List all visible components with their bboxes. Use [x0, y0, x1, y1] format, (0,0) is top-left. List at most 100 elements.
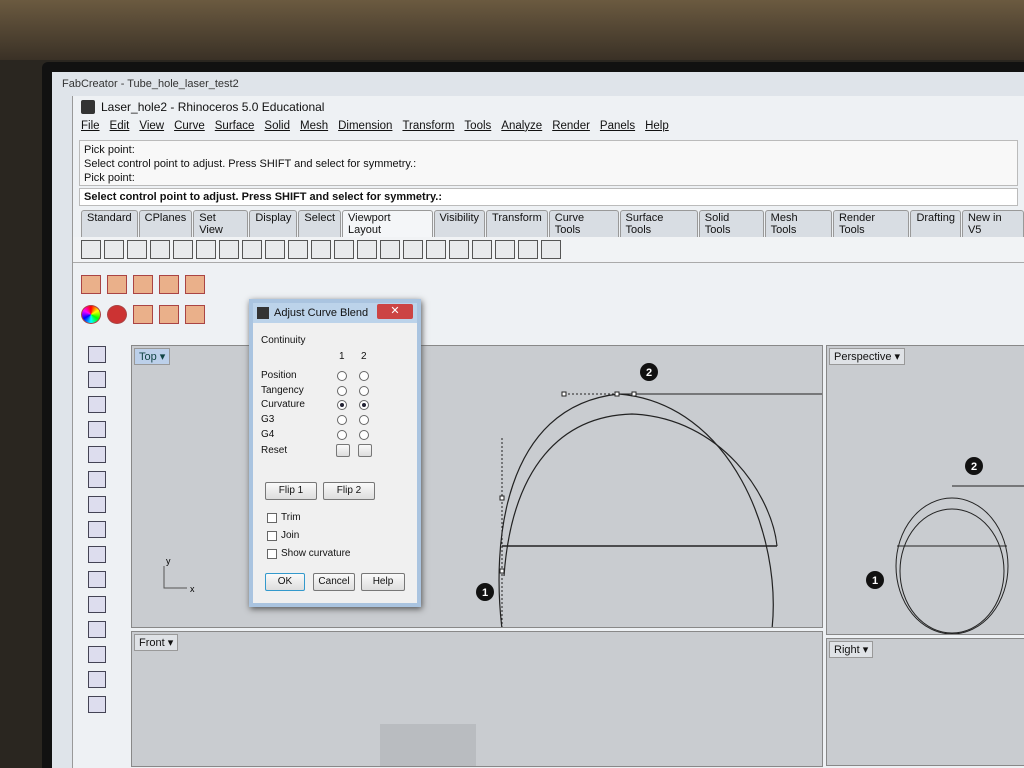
detail-icon[interactable]	[426, 240, 446, 259]
viewport-label-perspective[interactable]: Perspective ▾	[829, 348, 906, 365]
menu-curve[interactable]: Curve	[174, 120, 205, 134]
ghosted-icon[interactable]	[334, 240, 354, 259]
flag-icon[interactable]	[133, 305, 153, 324]
select-arrow-icon[interactable]	[88, 346, 106, 363]
camera-icon[interactable]	[518, 240, 538, 259]
page-layout-icon[interactable]	[403, 240, 423, 259]
menu-mesh[interactable]: Mesh	[300, 120, 328, 134]
tab-mesh-tools[interactable]: Mesh Tools	[764, 210, 832, 237]
ok-button[interactable]: OK	[265, 573, 305, 591]
split-vertical-icon[interactable]	[196, 240, 216, 259]
menu-edit[interactable]: Edit	[110, 120, 130, 134]
radio-g4-2[interactable]	[359, 430, 369, 440]
solid-tool-icon[interactable]	[107, 275, 127, 294]
close-button[interactable]: ✕	[377, 304, 413, 319]
polygon-icon[interactable]	[88, 496, 106, 513]
page-tool-icon[interactable]	[185, 305, 205, 324]
menu-file[interactable]: File	[81, 120, 100, 134]
command-prompt[interactable]: Select control point to adjust. Press SH…	[79, 188, 1018, 206]
three-viewports-icon[interactable]	[219, 240, 239, 259]
viewport-top[interactable]: Top ▾ 2 1 y x	[131, 345, 823, 628]
help-button[interactable]: Help	[361, 573, 405, 591]
viewport-perspective[interactable]: Perspective ▾ 2 1	[826, 345, 1024, 635]
show-curvature-checkbox[interactable]	[267, 549, 277, 559]
polyline-icon[interactable]	[88, 396, 106, 413]
menu-view[interactable]: View	[139, 120, 164, 134]
boolean-icon[interactable]	[88, 671, 106, 688]
tab-display[interactable]: Display	[249, 210, 298, 237]
color-palette-icon[interactable]	[380, 240, 400, 259]
curve-icon[interactable]	[88, 421, 106, 438]
tab-standard[interactable]: Standard	[81, 210, 138, 237]
menu-analyze[interactable]: Analyze	[501, 120, 542, 134]
light-icon[interactable]	[185, 275, 205, 294]
menu-tools[interactable]: Tools	[464, 120, 491, 134]
radio-curvature-2[interactable]	[359, 400, 369, 410]
radio-g3-2[interactable]	[359, 415, 369, 425]
viewport-label-top[interactable]: Top ▾	[134, 348, 171, 365]
tab-transform[interactable]: Transform	[486, 210, 548, 237]
radio-position-2[interactable]	[359, 371, 369, 381]
menu-help[interactable]: Help	[645, 120, 669, 134]
tab-solid-tools[interactable]: Solid Tools	[698, 210, 764, 237]
tab-new-in-v5[interactable]: New in V5	[961, 210, 1024, 237]
render-sphere-icon[interactable]	[288, 240, 308, 259]
box-icon[interactable]	[88, 646, 106, 663]
arc-icon[interactable]	[88, 546, 106, 563]
point-icon[interactable]	[88, 371, 106, 388]
extrude-icon[interactable]	[88, 621, 106, 638]
flip-1-button[interactable]: Flip 1	[265, 482, 317, 500]
solid-tool-icon[interactable]	[81, 275, 101, 294]
color-wheel-icon[interactable]	[81, 305, 101, 324]
tab-surface-tools[interactable]: Surface Tools	[619, 210, 698, 237]
radio-curvature-1[interactable]	[337, 400, 347, 410]
radio-g3-1[interactable]	[337, 415, 347, 425]
new-viewport-icon[interactable]	[150, 240, 170, 259]
menu-panels[interactable]: Panels	[600, 120, 635, 134]
viewport-layout-icon[interactable]	[81, 240, 101, 259]
reset-2-button[interactable]	[358, 444, 372, 457]
cancel-button[interactable]: Cancel	[313, 573, 355, 591]
face-icon[interactable]	[357, 240, 377, 259]
solid-tool-icon[interactable]	[159, 275, 179, 294]
menu-render[interactable]: Render	[552, 120, 590, 134]
four-viewports-icon[interactable]	[104, 240, 124, 259]
mesh-icon[interactable]	[88, 696, 106, 713]
radio-position-1[interactable]	[337, 371, 347, 381]
menu-solid[interactable]: Solid	[264, 120, 290, 134]
tab-select[interactable]: Select	[298, 210, 341, 237]
tab-render-tools[interactable]: Render Tools	[832, 210, 910, 237]
viewport-label-front[interactable]: Front ▾	[134, 634, 179, 651]
radio-g4-1[interactable]	[337, 430, 347, 440]
solid-tool-icon[interactable]	[133, 275, 153, 294]
menu-surface[interactable]: Surface	[215, 120, 255, 134]
flip-2-button[interactable]: Flip 2	[323, 482, 375, 500]
tab-viewport-layout[interactable]: Viewport Layout	[342, 210, 433, 237]
grid-tool-icon[interactable]	[159, 305, 179, 324]
radio-tangency-1[interactable]	[337, 386, 347, 396]
tab-drafting[interactable]: Drafting	[910, 210, 961, 237]
open-layout-icon[interactable]	[495, 240, 515, 259]
ellipse-icon[interactable]	[88, 471, 106, 488]
join-checkbox[interactable]	[267, 531, 277, 541]
fillet-icon[interactable]	[88, 571, 106, 588]
surface-icon[interactable]	[88, 596, 106, 613]
print-icon[interactable]	[541, 240, 561, 259]
layout-icon[interactable]	[472, 240, 492, 259]
radio-tangency-2[interactable]	[359, 386, 369, 396]
tab-set-view[interactable]: Set View	[193, 210, 249, 237]
grid-icon[interactable]	[242, 240, 262, 259]
shaded-sphere-icon[interactable]	[265, 240, 285, 259]
material-sphere-icon[interactable]	[107, 305, 127, 324]
maximize-viewport-icon[interactable]	[127, 240, 147, 259]
menu-dimension[interactable]: Dimension	[338, 120, 392, 134]
rectangle-icon[interactable]	[88, 521, 106, 538]
tab-curve-tools[interactable]: Curve Tools	[548, 210, 619, 237]
trim-checkbox[interactable]	[267, 513, 277, 523]
viewport-front[interactable]: Front ▾	[131, 631, 823, 767]
menu-transform[interactable]: Transform	[402, 120, 454, 134]
tab-visibility[interactable]: Visibility	[433, 210, 486, 237]
dimension-icon[interactable]	[449, 240, 469, 259]
wireframe-icon[interactable]	[311, 240, 331, 259]
split-horizontal-icon[interactable]	[173, 240, 193, 259]
